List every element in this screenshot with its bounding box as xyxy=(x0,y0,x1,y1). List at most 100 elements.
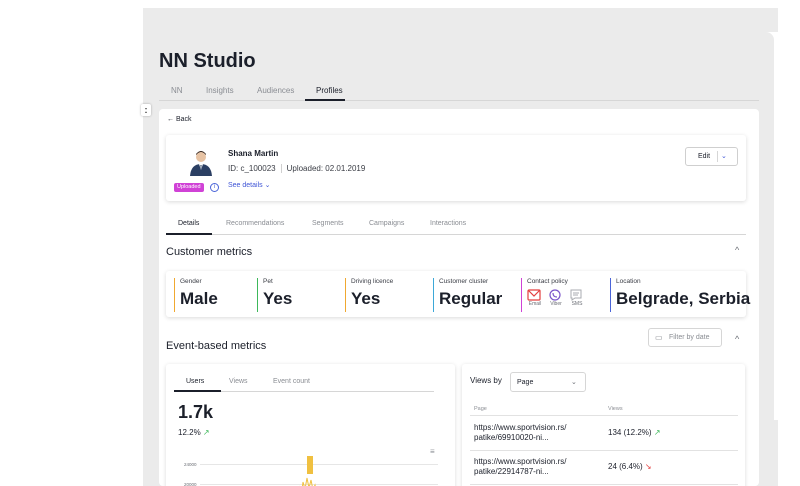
tab-profiles[interactable]: Profiles xyxy=(316,86,343,95)
tab-nn[interactable]: NN xyxy=(171,86,183,95)
views-by-label: Views by xyxy=(470,376,502,385)
metric-value: Belgrade, Serbia xyxy=(616,289,751,308)
viber-icon[interactable]: Viber xyxy=(548,289,564,308)
tab-details[interactable]: Details xyxy=(178,220,199,227)
select-value: Page xyxy=(517,379,534,386)
customer-id: ID: c_100023 xyxy=(228,164,276,173)
column-header-views: Views xyxy=(608,406,623,412)
edit-button[interactable]: Edit ⌄ xyxy=(685,147,738,166)
tab-audiences[interactable]: Audiences xyxy=(257,86,294,95)
channel-label: Viber xyxy=(550,301,562,307)
table-row[interactable]: https://www.sportvision.rs/ patike/69910… xyxy=(470,419,738,451)
trend-up-icon: ↗ xyxy=(653,428,661,437)
detail-tabs: Details Recommendations Segments Campaig… xyxy=(166,219,746,235)
tab-recommendations[interactable]: Recommendations xyxy=(226,220,284,227)
upload-date: Uploaded: 02.01.2019 xyxy=(286,164,366,173)
metric-label: Customer cluster xyxy=(439,278,489,285)
views-table-header: Page Views xyxy=(470,404,738,416)
y-tick-label: 20000 xyxy=(184,482,197,486)
tab-users[interactable]: Users xyxy=(186,378,204,385)
views-value: 24 (6.4%) ↘ xyxy=(608,462,652,471)
calendar-icon: ▭ xyxy=(655,333,663,342)
uploaded-badge: Uploaded xyxy=(174,183,204,192)
divider xyxy=(280,164,282,173)
chart-highlight-marker xyxy=(307,456,313,474)
metric-driving-licence: Driving licence Yes xyxy=(345,278,393,312)
sms-icon[interactable]: SMS xyxy=(569,289,585,308)
users-panel-tabs: Users Views Event count xyxy=(174,372,434,392)
metric-value: Male xyxy=(180,289,218,308)
metric-gender: Gender Male xyxy=(174,278,218,312)
filter-placeholder: Filter by date xyxy=(669,334,710,341)
channel-label: SMS xyxy=(571,301,583,307)
filter-by-date-button[interactable]: ▭ Filter by date xyxy=(648,328,722,347)
customer-metrics-title: Customer metrics xyxy=(166,246,253,258)
users-chart: ≡ 24000 20000 xyxy=(184,447,438,486)
trend-down-icon: ↘ xyxy=(644,462,652,471)
views-value: 134 (12.2%) ↗ xyxy=(608,428,661,437)
divider xyxy=(717,151,718,162)
see-details-label: See details xyxy=(228,182,263,189)
see-details-link[interactable]: See details ⌄ xyxy=(228,181,270,189)
chevron-down-icon: ⌄ xyxy=(571,379,577,386)
page-title: NN Studio xyxy=(159,50,256,72)
profile-header: Uploaded i Shana Martin ID: c_100023 Upl… xyxy=(166,135,746,201)
metric-label: Pet xyxy=(263,278,273,285)
customer-name: Shana Martin xyxy=(228,149,279,158)
collapse-icon[interactable]: ^ xyxy=(735,245,739,255)
change-value: 12.2% xyxy=(178,428,201,437)
metric-value: Yes xyxy=(263,289,293,308)
users-change: 12.2% ↗ xyxy=(178,428,210,437)
tab-interactions[interactable]: Interactions xyxy=(430,220,466,227)
metric-value: Regular xyxy=(439,289,503,308)
info-icon[interactable]: i xyxy=(210,183,219,192)
sidebar-toggle-button[interactable]: : xyxy=(141,104,151,116)
active-tab-indicator xyxy=(166,233,212,235)
column-header-page: Page xyxy=(474,406,487,412)
views-panel: Views by Page ⌄ Page Views https://www.s… xyxy=(462,364,745,486)
url-line: patike/69910020-ni... xyxy=(474,433,549,442)
page-url: https://www.sportvision.rs/ patike/22914… xyxy=(474,457,594,477)
metric-label: Driving licence xyxy=(351,278,394,285)
metric-value: Yes xyxy=(351,289,381,308)
metric-label: Location xyxy=(616,278,641,285)
url-line: https://www.sportvision.rs/ xyxy=(474,457,567,466)
users-count: 1.7k xyxy=(178,402,214,422)
profile-card: ← Back Uploaded i Shana Martin ID: c_100… xyxy=(159,109,759,486)
metric-label: Gender xyxy=(180,278,202,285)
url-line: https://www.sportvision.rs/ xyxy=(474,423,567,432)
customer-meta: ID: c_100023 Uploaded: 02.01.2019 xyxy=(228,164,365,173)
views-count: 134 (12.2%) xyxy=(608,428,652,437)
tab-campaigns[interactable]: Campaigns xyxy=(369,220,404,227)
table-row[interactable]: https://www.sportvision.rs/ patike/22914… xyxy=(470,453,738,485)
users-panel: Users Views Event count 1.7k 12.2% ↗ ≡ 2… xyxy=(166,364,455,486)
active-tab-indicator xyxy=(174,390,221,392)
metric-customer-cluster: Customer cluster Regular xyxy=(433,278,502,312)
metric-contact-policy: Contact policy Email Viber SMS xyxy=(521,278,585,312)
chevron-down-icon[interactable]: ⌄ xyxy=(721,152,727,160)
avatar xyxy=(190,151,212,176)
trend-up-icon: ↗ xyxy=(202,428,210,437)
channel-label: Email xyxy=(528,301,542,307)
views-by-select[interactable]: Page ⌄ xyxy=(510,372,586,392)
chart-menu-icon: ≡ xyxy=(430,447,435,456)
tab-insights[interactable]: Insights xyxy=(206,86,234,95)
back-link[interactable]: ← Back xyxy=(167,116,192,123)
page-url: https://www.sportvision.rs/ patike/69910… xyxy=(474,423,594,443)
tab-views[interactable]: Views xyxy=(229,378,248,385)
top-tabs: NN Insights Audiences Profiles xyxy=(159,83,759,101)
customer-metrics-panel: Gender Male Pet Yes Driving licence Yes … xyxy=(166,271,750,317)
event-metrics-title: Event-based metrics xyxy=(166,340,267,352)
edit-label: Edit xyxy=(698,153,711,160)
chevron-down-icon: ⌄ xyxy=(264,182,271,189)
top-bar xyxy=(143,8,778,32)
url-line: patike/22914787-ni... xyxy=(474,467,549,476)
metric-label: Contact policy xyxy=(527,278,568,285)
metric-pet: Pet Yes xyxy=(257,278,292,312)
tab-event-count[interactable]: Event count xyxy=(273,378,310,385)
email-icon[interactable]: Email xyxy=(527,289,543,308)
metric-location: Location Belgrade, Serbia xyxy=(610,278,750,312)
tab-segments[interactable]: Segments xyxy=(312,220,344,227)
views-count: 24 (6.4%) xyxy=(608,462,643,471)
collapse-icon[interactable]: ^ xyxy=(735,334,739,344)
